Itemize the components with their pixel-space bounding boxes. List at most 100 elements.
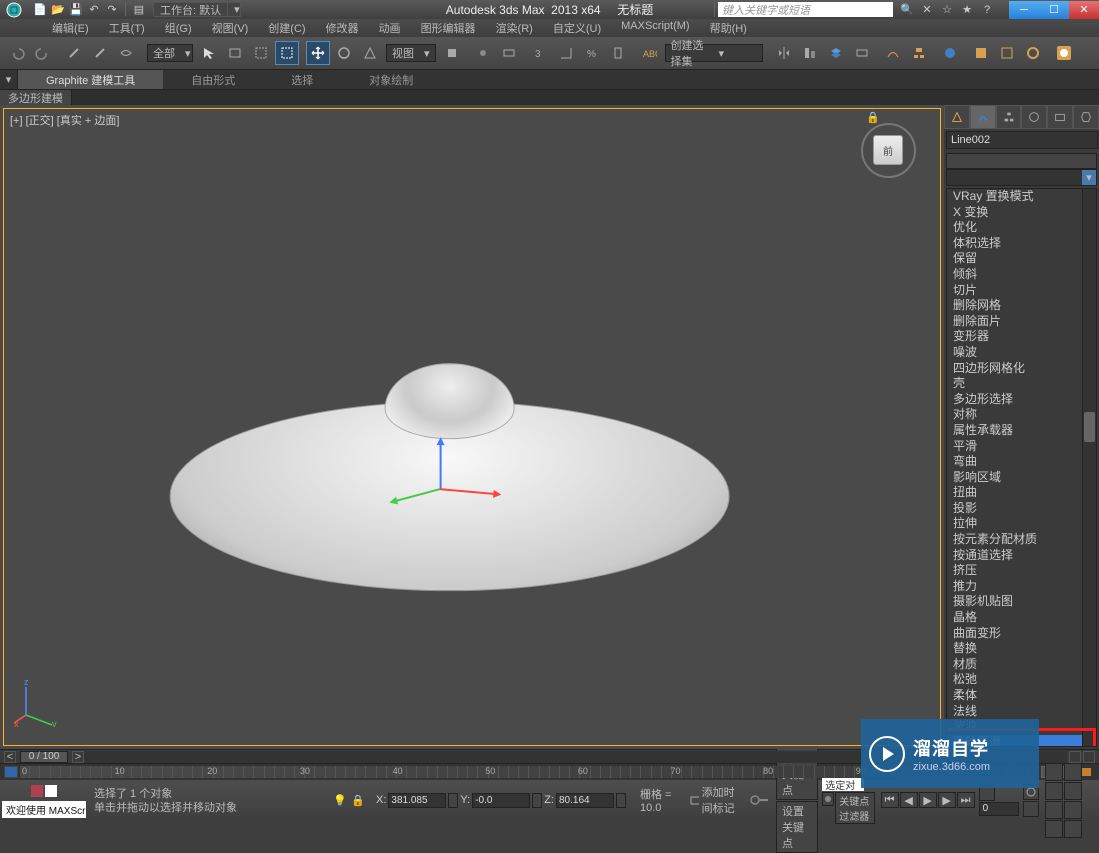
goto-start-button[interactable]: ⏮ xyxy=(881,792,899,808)
modifier-list-item[interactable]: 松弛 xyxy=(947,672,1082,688)
viewport-area[interactable]: [+] [正交] [真实 + 边面] 🔒 前 zyx xyxy=(0,105,944,749)
modifier-list-item[interactable]: 弯曲 xyxy=(947,454,1082,470)
modifier-list-item[interactable]: 投影 xyxy=(947,501,1082,517)
menu-item[interactable]: 动画 xyxy=(369,20,411,36)
modifier-list-item[interactable]: 删除网格 xyxy=(947,298,1082,314)
named-selection-set[interactable]: 创建选择集▾ xyxy=(665,44,763,62)
workspace-selector[interactable]: 工作台: 默认▾ xyxy=(153,2,241,17)
keyboard-shortcut-button[interactable] xyxy=(497,41,521,65)
modifier-list-item[interactable]: 噪波 xyxy=(947,345,1082,361)
viewcube[interactable]: 前 xyxy=(861,123,916,178)
modifier-list-dropdown[interactable]: ▾ xyxy=(946,169,1097,186)
play-button[interactable]: ▶ xyxy=(919,792,937,808)
save-icon[interactable]: 💾 xyxy=(68,2,84,18)
modifier-list-item[interactable]: 体积选择 xyxy=(947,236,1082,252)
modifier-list-item[interactable]: 法线 xyxy=(947,704,1082,720)
menu-item[interactable]: 修改器 xyxy=(316,20,369,36)
redo-icon[interactable]: ↷ xyxy=(104,2,120,18)
menu-item[interactable]: 创建(C) xyxy=(258,20,315,36)
y-spinner[interactable] xyxy=(532,793,542,808)
x-spinner[interactable] xyxy=(448,793,458,808)
ribbon-tab[interactable]: 自由形式 xyxy=(163,70,263,89)
modifier-list-item[interactable]: 删除面片 xyxy=(947,314,1082,330)
menu-item[interactable]: 自定义(U) xyxy=(543,20,611,36)
selection-filter[interactable]: 全部▾ xyxy=(147,44,193,62)
menu-item[interactable]: 渲染(R) xyxy=(486,20,543,36)
modifier-list-item[interactable]: 材质 xyxy=(947,657,1082,673)
ribbon-tab[interactable]: 选择 xyxy=(263,70,341,89)
menu-item[interactable]: 视图(V) xyxy=(202,20,259,36)
selection-lock-icon[interactable]: 🔒 xyxy=(350,792,366,808)
modifier-list-item[interactable]: 变形器 xyxy=(947,329,1082,345)
motion-tab[interactable] xyxy=(1021,105,1047,129)
utilities-tab[interactable] xyxy=(1073,105,1099,129)
key-filter-button[interactable]: 关键点过滤器 xyxy=(835,792,874,824)
spinner-snap-button[interactable] xyxy=(606,41,630,65)
zoom-extents-button[interactable] xyxy=(1045,782,1063,800)
select-scale-button[interactable] xyxy=(358,41,382,65)
render-production-button[interactable] xyxy=(1021,41,1045,65)
x-coord-input[interactable] xyxy=(388,793,446,808)
prev-frame-button[interactable]: ◀ xyxy=(900,792,918,808)
search-icon[interactable]: 🔍 xyxy=(899,2,915,18)
select-by-name-button[interactable] xyxy=(223,41,247,65)
maximize-viewport-button[interactable] xyxy=(1064,820,1082,838)
ribbon-minimize[interactable]: ▾ xyxy=(0,70,18,89)
menu-item[interactable]: MAXScript(M) xyxy=(611,20,699,36)
create-tab[interactable] xyxy=(944,105,970,129)
time-slider-handle[interactable]: 0 / 100 xyxy=(20,751,68,763)
modifier-list-item[interactable]: VRay 置换模式 xyxy=(947,189,1082,205)
modifier-scrollbar[interactable] xyxy=(1082,189,1096,746)
zoom-extents-all-button[interactable] xyxy=(1064,782,1082,800)
ribbon-sub-panel[interactable]: 多边形建模 xyxy=(0,90,72,105)
reference-coord-system[interactable]: 视图▾ xyxy=(386,44,436,62)
scene-object[interactable] xyxy=(170,363,730,591)
close-button[interactable]: ✕ xyxy=(1069,1,1099,19)
modifier-list-item[interactable]: 多边形选择 xyxy=(947,392,1082,408)
time-config-icon-2[interactable] xyxy=(1023,801,1039,817)
favorites-icon[interactable]: ★ xyxy=(959,2,975,18)
select-region-button[interactable] xyxy=(249,41,273,65)
redo-button[interactable] xyxy=(31,41,55,65)
modifier-list-item[interactable]: 对称 xyxy=(947,407,1082,423)
modifier-list-item[interactable]: 壳 xyxy=(947,376,1082,392)
menu-item[interactable]: 编辑(E) xyxy=(42,20,99,36)
modifier-list-item[interactable]: 按通道选择 xyxy=(947,548,1082,564)
manipulate-button[interactable] xyxy=(471,41,495,65)
ribbon-tab[interactable]: 对象绘制 xyxy=(341,70,441,89)
search-input[interactable]: 键入关键字或短语 xyxy=(718,2,893,17)
modifier-list-item[interactable]: 曲面变形 xyxy=(947,626,1082,642)
modifier-list-item[interactable]: 摄影机贴图 xyxy=(947,594,1082,610)
window-crossing-button[interactable] xyxy=(275,41,299,65)
orbit-button[interactable] xyxy=(1045,820,1063,838)
edit-named-sel-button[interactable]: ABC xyxy=(637,41,661,65)
time-fwd-button[interactable]: > xyxy=(72,751,84,763)
mini-curve-editor-button[interactable] xyxy=(4,766,18,778)
set-key-button[interactable]: 设置关键点 xyxy=(776,801,818,853)
modifier-list-item[interactable]: 倾斜 xyxy=(947,267,1082,283)
select-object-button[interactable] xyxy=(197,41,221,65)
new-icon[interactable]: 📄 xyxy=(32,2,48,18)
move-gizmo[interactable] xyxy=(380,423,520,523)
isolate-icon[interactable]: 💡 xyxy=(332,792,348,808)
help-icon[interactable]: ? xyxy=(979,2,995,18)
viewport-label[interactable]: [+] [正交] [真实 + 边面] xyxy=(10,112,119,128)
use-pivot-button[interactable] xyxy=(440,41,464,65)
z-coord-input[interactable] xyxy=(556,793,614,808)
modifier-list-item[interactable]: 属性承载器 xyxy=(947,423,1082,439)
zoom-all-button[interactable] xyxy=(1064,763,1082,781)
object-name-input[interactable] xyxy=(946,131,1098,149)
percent-snap-button[interactable]: % xyxy=(580,41,604,65)
modifier-list-item[interactable]: 按元素分配材质 xyxy=(947,532,1082,548)
link-button[interactable] xyxy=(62,41,86,65)
zoom-button[interactable] xyxy=(1045,763,1063,781)
modifier-list-item[interactable]: 影响区域 xyxy=(947,470,1082,486)
layer-manager-button[interactable] xyxy=(824,41,848,65)
display-tab[interactable] xyxy=(1047,105,1073,129)
modifier-list-item[interactable]: 替换 xyxy=(947,641,1082,657)
modifier-list-item[interactable]: 四边形网格化 xyxy=(947,361,1082,377)
modifier-list-item[interactable]: 推力 xyxy=(947,579,1082,595)
modifier-list-item[interactable]: 拉伸 xyxy=(947,516,1082,532)
modifier-list-item[interactable]: 晶格 xyxy=(947,610,1082,626)
ribbon-tab[interactable]: Graphite 建模工具 xyxy=(18,70,163,89)
